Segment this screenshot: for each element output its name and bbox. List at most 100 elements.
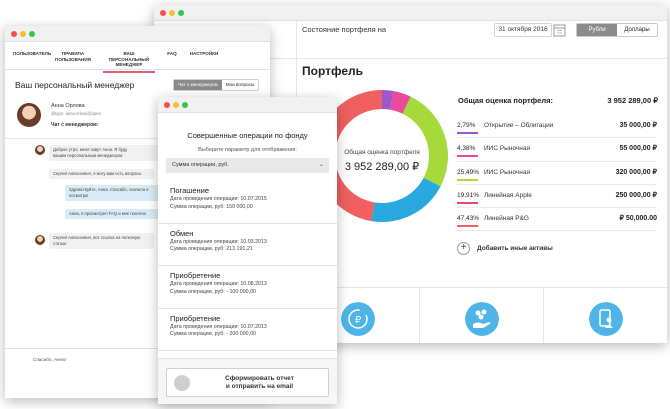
param-select[interactable]: Сумма операции, руб. ⌄ xyxy=(166,158,329,173)
operation-name: Обмен xyxy=(170,228,194,238)
operation-date: Дата проведения операции: 10.03.2013 xyxy=(170,238,267,245)
feature-tiles: ₽ xyxy=(296,287,667,343)
asset-value: ₽ 50,000.00 xyxy=(619,215,657,223)
operation-date: Дата проведения операции: 10.07.2015 xyxy=(170,196,267,202)
list-item[interactable]: Приобретение Дата проведения операции: 1… xyxy=(158,309,337,351)
message-input-text: Спасибо, Анна! xyxy=(33,357,66,362)
feature-tile[interactable] xyxy=(544,288,667,343)
chevron-down-icon: ⌄ xyxy=(318,162,324,168)
close-dot-icon[interactable] xyxy=(164,102,170,108)
asset-color-bar xyxy=(457,155,478,158)
maximize-dot-icon[interactable] xyxy=(29,31,35,37)
add-assets-label: Добавить иные активы xyxy=(477,245,553,252)
operation-date: Дата проведения операции: 10.08.2013 xyxy=(170,281,267,287)
asset-percent: 19,91% xyxy=(457,191,480,199)
hand-coins-icon xyxy=(464,302,499,336)
minimize-dot-icon[interactable] xyxy=(169,10,175,16)
operation-name: Приобретение xyxy=(170,313,221,323)
asset-name: Открытие – Облигации xyxy=(484,122,554,129)
calendar-icon[interactable] xyxy=(553,23,566,37)
nav-manager[interactable]: ВАШ ПЕРСОНАЛЬНЫЙ МЕНЕДЖЕР xyxy=(103,51,155,73)
operations-window: Совершенные операции по фонду Выберите п… xyxy=(158,97,337,404)
chat-message: Анна, я просмотрел FAQ и мне понятно xyxy=(65,209,163,219)
close-dot-icon[interactable] xyxy=(11,31,17,37)
asset-name: ИИС Рыночная xyxy=(484,168,531,176)
portfolio-titlebar xyxy=(154,5,667,21)
currency-toggle: Рубли Доллары xyxy=(576,23,658,37)
tab-questions[interactable]: Мои вопросы xyxy=(222,80,258,90)
date-field[interactable]: 31 октября 2016 xyxy=(494,23,552,37)
operation-name: Погашение xyxy=(170,186,209,195)
maximize-dot-icon[interactable] xyxy=(178,10,184,16)
nav-user[interactable]: ПОЛЬЗОВАТЕЛЬ xyxy=(13,51,51,57)
asset-value: 35 000,00 ₽ xyxy=(619,122,657,129)
send-report-label: Сформировать отчет и отправить на email xyxy=(225,375,294,390)
chat-message: Доброе утро, меня зовут Анна. Я буду ваш… xyxy=(49,145,159,161)
list-item[interactable]: Погашение Дата проведения операции: 10.0… xyxy=(158,181,337,224)
asset-row[interactable]: 25,49% ИИС Рыночная 320 000,00 ₽ xyxy=(457,162,657,185)
asset-name: ИИС Рыночная xyxy=(484,145,531,153)
page-title: Ваш персональный менеджер xyxy=(15,80,135,90)
asset-color-bar xyxy=(457,132,478,134)
asset-color-bar xyxy=(457,225,478,228)
nav-settings[interactable]: НАСТРОЙКИ xyxy=(189,51,219,57)
param-select-value: Сумма операции, руб. xyxy=(172,162,229,168)
currency-rub-button[interactable]: Рубли xyxy=(577,24,617,36)
donut-slice xyxy=(371,177,441,222)
operation-sum: Сумма операции, руб: 213 191,21 xyxy=(170,246,253,252)
phone-person-icon xyxy=(588,302,623,336)
chat-message: Здравствуйте, Анна. Спасибо, сначала я п… xyxy=(65,185,163,201)
operation-sum: Сумма операции, руб: - 200 000,00 xyxy=(170,331,256,337)
minimize-dot-icon[interactable] xyxy=(173,102,179,108)
asset-percent: 47,43% xyxy=(457,215,480,223)
chat-message: Сергей Алексеевич, я могу вам есть вопро… xyxy=(49,169,154,179)
portfolio-title: Портфель xyxy=(302,64,364,78)
tab-chat[interactable]: Чат с менеджером xyxy=(174,80,222,90)
operation-sum: Сумма операции, руб: 150 000,00 xyxy=(170,203,253,210)
asset-percent: 2,79% xyxy=(457,122,476,129)
manager-titlebar xyxy=(5,26,270,42)
list-item[interactable]: Приобретение Дата проведения операции: 1… xyxy=(158,266,337,309)
total-label: Общая оценка портфеля: xyxy=(458,96,553,105)
chat-label: Чат с менеджером: xyxy=(51,122,99,128)
manager-avatar xyxy=(17,103,41,127)
asset-list: 2,79% Открытие – Облигации 35 000,00 ₽ 4… xyxy=(457,115,657,232)
svg-text:₽: ₽ xyxy=(354,315,361,326)
currency-usd-button[interactable]: Доллары xyxy=(617,24,657,36)
asset-row[interactable]: 47,43% Линейная P&G ₽ 50,000.00 xyxy=(457,208,657,232)
nav-rules[interactable]: ПРАВИЛА ПОЛЬЗОВАНИЯ xyxy=(55,51,91,62)
maximize-dot-icon[interactable] xyxy=(182,102,188,108)
asset-color-bar xyxy=(457,178,478,181)
message-text: вашим персональным менеджером. xyxy=(53,153,124,158)
plus-icon: + xyxy=(457,242,470,255)
nav-faq[interactable]: FAQ xyxy=(163,51,181,57)
manager-nav: ПОЛЬЗОВАТЕЛЬ ПРАВИЛА ПОЛЬЗОВАНИЯ ВАШ ПЕР… xyxy=(5,42,270,73)
donut-slice xyxy=(402,96,448,187)
operation-date: Дата проведения операции: 10.07.2013 xyxy=(170,323,267,330)
operations-title: Совершенные операции по фонду xyxy=(187,131,308,140)
chat-message: Сергей Алексеевич, вот ссылка на полезну… xyxy=(49,233,154,249)
asset-color-bar xyxy=(457,201,478,204)
close-dot-icon[interactable] xyxy=(160,10,166,16)
asset-value: 250 000,00 ₽ xyxy=(615,191,657,199)
list-item[interactable]: Обмен Дата проведения операции: 10.03.20… xyxy=(158,224,337,266)
asset-percent: 25,49% xyxy=(457,168,480,176)
avatar xyxy=(35,145,45,155)
asset-percent: 4,38% xyxy=(457,145,476,153)
asset-row[interactable]: 19,91% Линейная Apple 250 000,00 ₽ xyxy=(457,185,657,209)
avatar xyxy=(35,235,45,245)
operations-footer: Сформировать отчет и отправить на email xyxy=(158,358,337,404)
asset-row[interactable]: 2,79% Открытие – Облигации 35 000,00 ₽ xyxy=(457,115,657,139)
asset-name: Линейная P&G xyxy=(484,215,529,223)
operation-sum: Сумма операции, руб: - 100 000,00 xyxy=(170,288,256,295)
manager-name: Анна Орлова xyxy=(51,103,85,109)
add-assets-button[interactable]: + Добавить иные активы xyxy=(457,242,553,255)
total-value: 3 952 289,00 ₽ xyxy=(607,96,658,105)
operations-titlebar xyxy=(158,97,337,113)
minimize-dot-icon[interactable] xyxy=(20,31,26,37)
operation-name: Приобретение xyxy=(170,271,221,280)
manager-tabs: Чат с менеджером Мои вопросы xyxy=(173,79,260,91)
feature-tile[interactable] xyxy=(420,288,544,343)
send-report-button[interactable]: Сформировать отчет и отправить на email xyxy=(166,368,329,397)
asset-row[interactable]: 4,38% ИИС Рыночная 55 000,00 ₽ xyxy=(457,138,657,162)
